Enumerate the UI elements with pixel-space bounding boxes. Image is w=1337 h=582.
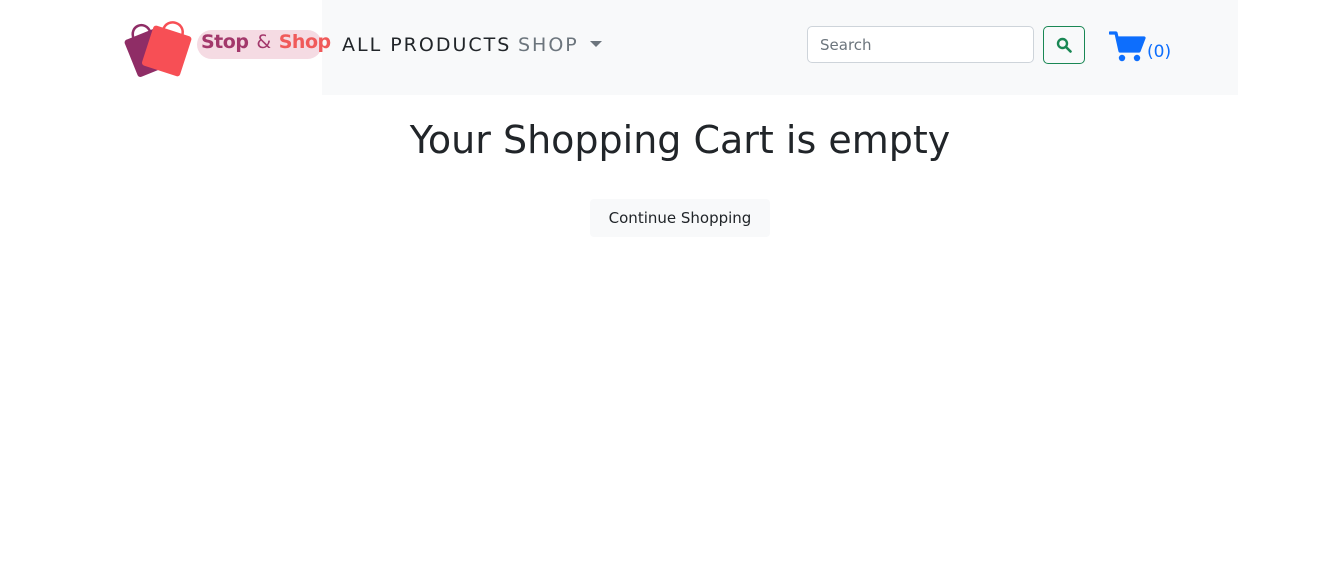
nav-shop-dropdown[interactable]: SHOP (518, 34, 579, 56)
search-input[interactable] (807, 26, 1034, 63)
navbar: Stop&Shop ALL PRODUCTS SHOP (0) (123, 0, 1238, 95)
shopping-bags-icon (124, 21, 192, 77)
search-button[interactable] (1043, 26, 1085, 64)
chevron-down-icon[interactable] (590, 41, 602, 47)
brand-word-stop: Stop (201, 31, 249, 53)
brand-logo[interactable]: Stop & Shop (123, 0, 331, 95)
nav-all-products-link[interactable]: ALL PRODUCTS (342, 34, 511, 56)
brand-word-shop: Shop (278, 31, 331, 53)
page-title: Your Shopping Cart is empty (409, 118, 951, 162)
cart-link[interactable]: (0) (1109, 27, 1171, 63)
search-icon (1056, 37, 1072, 53)
cart-icon (1109, 31, 1146, 62)
brand-ampersand: & (256, 31, 271, 53)
cart-count: (0) (1147, 42, 1172, 62)
continue-shopping-button[interactable]: Continue Shopping (590, 199, 770, 237)
brand-wordmark: Stop & Shop (201, 31, 331, 53)
